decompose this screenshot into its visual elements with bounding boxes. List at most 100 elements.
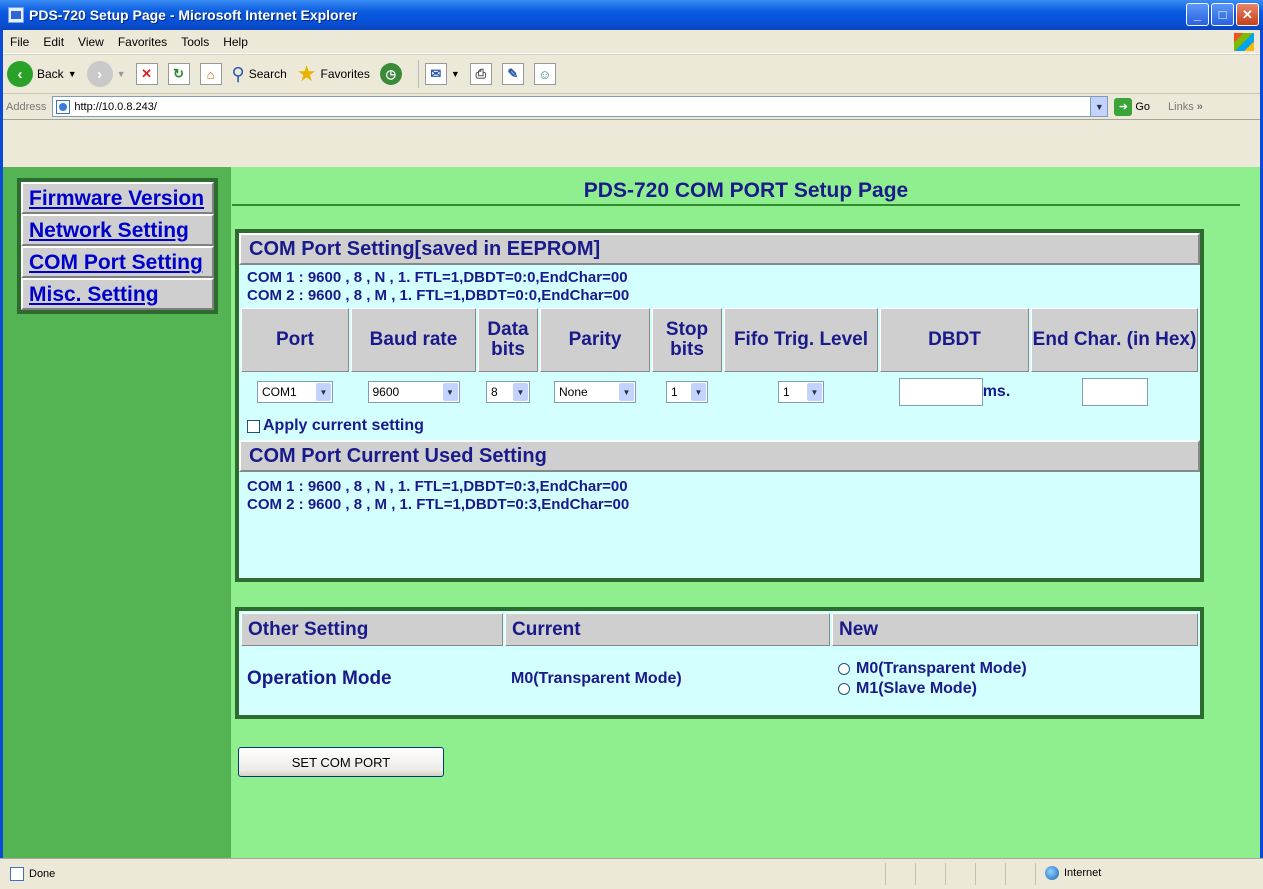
maximize-button[interactable]: □	[1211, 3, 1234, 26]
baud-rate-select[interactable]: 9600 ▼	[367, 381, 460, 403]
security-zone: Internet	[1045, 866, 1101, 880]
radio-m1[interactable]	[838, 683, 850, 695]
fifo-trig-level-select[interactable]: 1 ▼	[778, 381, 824, 403]
nav-item-com-port-setting[interactable]: COM Port Setting	[21, 246, 214, 278]
go-label: Go	[1135, 100, 1151, 113]
mail-icon[interactable]: ✉	[424, 63, 447, 85]
apply-current-setting-checkbox[interactable]	[247, 419, 260, 433]
stop-bits-value: 1	[671, 385, 678, 399]
port-select[interactable]: COM1 ▼	[257, 381, 333, 403]
header-new: New	[832, 613, 1198, 646]
parity-select[interactable]: None ▼	[554, 381, 636, 403]
menu-file[interactable]: File	[3, 35, 36, 49]
mode-option-m0[interactable]: M0(Transparent Mode)	[838, 659, 1198, 679]
links-button[interactable]: Links »	[1168, 101, 1203, 113]
search-button[interactable]: ⚲ Search	[232, 64, 287, 85]
menu-view[interactable]: View	[71, 35, 111, 49]
address-bar: Address http://10.0.8.243/ ▼ ➜ Go Links …	[3, 94, 1260, 120]
messenger-icon[interactable]: ☺	[533, 63, 556, 85]
nav-link-firmware-version[interactable]: Firmware Version	[29, 187, 204, 210]
chevron-down-icon: ▼	[807, 383, 822, 401]
chevron-down-icon: ▼	[442, 383, 458, 401]
favorites-star-icon: ★	[296, 61, 317, 86]
back-arrow-icon: ‹	[7, 61, 33, 87]
address-label: Address	[6, 100, 47, 113]
header-other-setting: Other Setting	[241, 613, 503, 646]
other-setting-table: Other Setting Current New Operation Mode…	[239, 611, 1200, 712]
com-port-panel: COM Port Setting[saved in EEPROM] COM 1 …	[235, 229, 1204, 582]
minimize-button[interactable]: _	[1186, 3, 1209, 26]
page-done-icon	[10, 867, 24, 881]
mode-option-m1[interactable]: M1(Slave Mode)	[838, 679, 1198, 699]
apply-current-setting-label[interactable]: Apply current setting	[263, 417, 424, 435]
header-stop-bits: Stop bits	[652, 308, 722, 372]
zone-label: Internet	[1064, 867, 1102, 879]
chevron-down-icon: ▼	[316, 383, 331, 401]
nav-link-com-port-setting[interactable]: COM Port Setting	[29, 251, 203, 274]
dbdt-input[interactable]	[898, 378, 983, 406]
data-bits-select[interactable]: 8 ▼	[486, 381, 530, 403]
end-char-input[interactable]	[1081, 378, 1148, 406]
forward-button[interactable]: › ▼	[86, 61, 126, 87]
chevron-down-icon: ▼	[513, 383, 528, 401]
settings-table: Port Baud rate Data bits Parity Stop bit…	[239, 306, 1200, 412]
menu-tools[interactable]: Tools	[174, 35, 216, 49]
close-button[interactable]: ✕	[1236, 3, 1259, 26]
forward-arrow-icon: ›	[86, 61, 113, 87]
stop-bits-select[interactable]: 1 ▼	[666, 381, 708, 403]
stop-icon[interactable]: ✕	[135, 63, 158, 85]
saved-com2-line: COM 2 : 9600 , 8 , M , 1. FTL=1,DBDT=0:0…	[247, 287, 630, 304]
browser-chrome: File Edit View Favorites Tools Help ‹ Ba…	[3, 30, 1260, 167]
go-arrow-icon: ➜	[1114, 97, 1133, 116]
nav-item-firmware-version[interactable]: Firmware Version	[21, 182, 214, 214]
chevron-down-icon: ▼	[619, 383, 634, 401]
favorites-button[interactable]: ★ Favorites	[297, 61, 370, 87]
favorites-label: Favorites	[320, 67, 370, 81]
menu-edit[interactable]: Edit	[36, 35, 71, 49]
fifo-trig-level-value: 1	[783, 385, 790, 399]
apply-setting-row: Apply current setting	[239, 412, 1200, 440]
back-dropdown-icon[interactable]: ▼	[68, 69, 77, 79]
address-dropdown-icon[interactable]: ▼	[1090, 97, 1108, 116]
nav-item-network-setting[interactable]: Network Setting	[21, 214, 214, 246]
radio-m0[interactable]	[838, 663, 850, 675]
mail-dropdown-icon[interactable]: ▼	[451, 69, 460, 79]
address-url: http://10.0.8.243/	[74, 100, 157, 113]
set-com-port-button[interactable]: SET COM PORT	[238, 747, 444, 777]
header-dbdt: DBDT	[880, 308, 1029, 372]
history-icon[interactable]: ◷	[379, 63, 402, 85]
mode-option-m0-label[interactable]: M0(Transparent Mode)	[856, 659, 1027, 679]
address-input[interactable]: http://10.0.8.243/ ▼	[52, 96, 1109, 117]
print-icon[interactable]: ⎙	[469, 63, 492, 85]
home-icon[interactable]: ⌂	[199, 63, 222, 85]
menu-favorites[interactable]: Favorites	[111, 35, 174, 49]
menu-help[interactable]: Help	[216, 35, 255, 49]
header-current: Current	[505, 613, 830, 646]
mode-option-m1-label[interactable]: M1(Slave Mode)	[856, 679, 977, 699]
nav-item-misc-setting[interactable]: Misc. Setting	[21, 278, 214, 310]
status-bar: Done Internet	[0, 858, 1263, 889]
standard-toolbar: ‹ Back ▼ › ▼ ✕ ↻ ⌂ ⚲ Search ★ Favorites …	[3, 54, 1260, 94]
current-com2-line: COM 2 : 9600 , 8 , M , 1. FTL=1,DBDT=0:3…	[247, 496, 630, 513]
forward-dropdown-icon[interactable]: ▼	[117, 69, 126, 79]
nav-menu: Firmware Version Network Setting COM Por…	[17, 178, 218, 314]
page-title: PDS-720 COM PORT Setup Page	[583, 179, 909, 202]
search-icon: ⚲	[231, 63, 245, 84]
current-com1-line: COM 1 : 9600 , 8 , N , 1. FTL=1,DBDT=0:3…	[247, 478, 628, 495]
refresh-icon[interactable]: ↻	[167, 63, 190, 85]
header-parity: Parity	[540, 308, 650, 372]
browser-window: PDS-720 Setup Page - Microsoft Internet …	[0, 0, 1263, 889]
nav-link-misc-setting[interactable]: Misc. Setting	[29, 283, 159, 306]
current-setting-header: COM Port Current Used Setting	[239, 440, 1200, 472]
parity-value: None	[559, 385, 588, 399]
chevron-down-icon: ▼	[691, 383, 706, 401]
edit-icon[interactable]: ✎	[501, 63, 524, 85]
back-button[interactable]: ‹ Back ▼	[7, 61, 77, 87]
nav-link-network-setting[interactable]: Network Setting	[29, 219, 189, 242]
operation-mode-label: Operation Mode	[241, 648, 503, 710]
saved-com1-line: COM 1 : 9600 , 8 , N , 1. FTL=1,DBDT=0:0…	[247, 269, 628, 286]
left-sidebar: Firmware Version Network Setting COM Por…	[3, 167, 231, 858]
go-button[interactable]: ➜ Go	[1114, 97, 1151, 116]
links-label: Links	[1168, 100, 1194, 113]
windows-logo-icon	[1234, 33, 1254, 51]
